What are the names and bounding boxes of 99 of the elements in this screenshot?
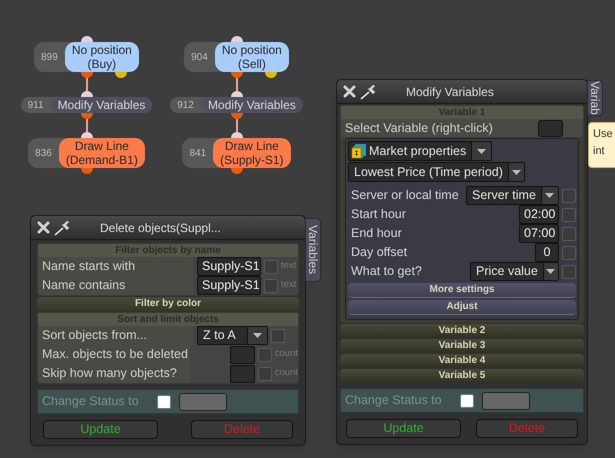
input-field[interactable]: Supply-S1	[197, 276, 261, 295]
input-port[interactable]	[80, 36, 92, 42]
update-button[interactable]: Update	[43, 420, 158, 439]
link-line	[86, 78, 88, 91]
input-field[interactable]	[230, 346, 255, 364]
output-port[interactable]	[80, 113, 92, 119]
field-label: What to get?	[351, 263, 423, 280]
input-field[interactable]: 0	[535, 243, 559, 262]
input-field[interactable]	[230, 364, 255, 382]
flow-node[interactable]: 912 Modify Variables	[170, 97, 303, 113]
flow-node[interactable]: 904 No position (Sell)	[184, 42, 289, 72]
node-label: Draw Line (Supply-S1)	[213, 138, 291, 168]
input-port[interactable]	[230, 91, 242, 97]
output-port[interactable]	[230, 72, 242, 78]
field-label: Start hour	[351, 206, 407, 224]
node-label: No position (Sell)	[214, 42, 289, 72]
flow-node[interactable]: 841 Draw Line (Supply-S1)	[182, 138, 291, 168]
status-label: Change Status to	[42, 393, 140, 410]
input-port[interactable]	[80, 91, 92, 97]
caret-icon	[545, 193, 554, 198]
dropdown[interactable]: Z to A	[197, 326, 268, 345]
window-title: Modify Variables	[406, 84, 494, 100]
output-port[interactable]	[80, 72, 92, 78]
checkbox[interactable]	[264, 278, 278, 292]
output-port[interactable]	[114, 72, 127, 78]
section-header[interactable]: Filter by color	[37, 297, 299, 311]
checkbox[interactable]	[258, 366, 272, 380]
field-label: Name contains	[41, 277, 126, 294]
link-line	[236, 78, 238, 91]
flow-node[interactable]: 836 Draw Line (Demand-B1)	[28, 138, 145, 168]
caret-icon	[546, 269, 556, 274]
flow-node[interactable]: 899 No position (Buy)	[34, 42, 139, 72]
field-label: Max. objects to be deleted	[41, 346, 189, 364]
field-label: Skip how many objects?	[41, 365, 178, 382]
coins-icon	[351, 143, 367, 159]
section-header[interactable]: Variable 2	[340, 324, 584, 338]
checkbox[interactable]	[157, 394, 171, 408]
update-button[interactable]: Update	[346, 419, 461, 438]
close-icon[interactable]	[343, 85, 356, 98]
output-port[interactable]	[80, 168, 92, 174]
section-header[interactable]: Variable 4	[340, 354, 584, 368]
output-port[interactable]	[264, 72, 277, 78]
close-icon[interactable]	[37, 221, 50, 234]
tooltip-text: int	[593, 144, 606, 159]
caret-icon	[253, 333, 262, 338]
output-port[interactable]	[230, 113, 242, 119]
section-header[interactable]: Variable 5	[340, 369, 584, 383]
field-label: Select Variable (right-click)	[345, 120, 494, 137]
input-field[interactable]: Supply-S1	[197, 257, 261, 276]
node-id: 911	[26, 98, 45, 112]
node-label: No position (Buy)	[64, 42, 139, 72]
field-label: Name starts with	[41, 258, 136, 276]
input-field[interactable]	[538, 120, 563, 136]
node-id: 841	[188, 146, 208, 160]
link-line	[86, 119, 88, 132]
input-field[interactable]: 07:00	[519, 224, 559, 243]
link-line	[236, 119, 238, 132]
node-label: Modify Variables	[200, 97, 303, 113]
variables-tab[interactable]: Variab	[587, 80, 603, 116]
settings-button[interactable]: More settings	[348, 283, 576, 298]
node-label: Modify Variables	[50, 97, 152, 113]
checkbox[interactable]	[562, 246, 576, 260]
flow-node[interactable]: 911 Modify Variables	[20, 97, 152, 113]
status-label: Change Status to	[345, 392, 443, 410]
settings-button[interactable]: Adjust	[348, 300, 576, 315]
variables-tab[interactable]: Variables	[305, 218, 321, 282]
dropdown[interactable]: Market properties	[348, 141, 492, 161]
field-label: Server or local time	[351, 187, 460, 204]
checkbox[interactable]	[264, 260, 278, 274]
dropdown[interactable]: Lowest Price (Time period)	[348, 162, 525, 182]
checkbox[interactable]	[562, 208, 576, 222]
input-port[interactable]	[230, 132, 242, 138]
caret-icon	[512, 170, 521, 174]
output-port[interactable]	[230, 168, 242, 174]
color-swatch[interactable]	[179, 392, 227, 410]
node-id: 904	[190, 50, 209, 64]
node-label: Draw Line (Demand-B1)	[58, 138, 145, 168]
field-label: Day offset	[351, 244, 408, 262]
checkbox[interactable]	[562, 226, 576, 240]
checkbox[interactable]	[562, 188, 576, 202]
node-id: 836	[34, 146, 53, 160]
caret-icon	[477, 148, 486, 154]
node-id: 912	[176, 98, 195, 112]
field-label: Sort objects from...	[41, 327, 148, 344]
checkbox[interactable]	[460, 394, 474, 408]
window-title: Delete objects(Suppl...	[100, 220, 221, 236]
node-id: 899	[40, 50, 59, 64]
section-header[interactable]: Variable 3	[340, 339, 584, 353]
dropdown[interactable]: Server time	[466, 186, 559, 205]
input-port[interactable]	[80, 132, 92, 138]
input-field[interactable]: 02:00	[519, 205, 559, 224]
tooltip-text: Use	[593, 127, 614, 142]
color-swatch[interactable]	[482, 392, 530, 410]
checkbox[interactable]	[562, 264, 576, 278]
checkbox[interactable]	[271, 328, 285, 342]
checkbox[interactable]	[258, 348, 272, 362]
field-label: End hour	[351, 225, 403, 242]
dropdown[interactable]: Price value	[470, 262, 559, 281]
input-port[interactable]	[230, 36, 242, 42]
